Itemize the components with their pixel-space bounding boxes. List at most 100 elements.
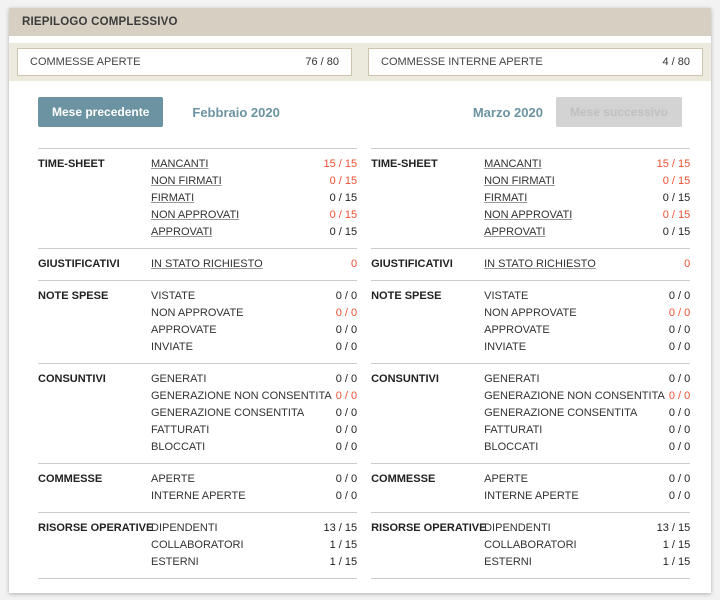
- section-commesse: COMMESSE APERTE 0 / 0 INTERNE APERTE 0 / 0: [371, 463, 691, 512]
- row-value: 0 / 0: [335, 473, 358, 485]
- table-row: NON APPROVATI 0 / 15: [484, 207, 690, 224]
- row-link[interactable]: NON APPROVATI: [484, 207, 572, 224]
- row-value: 0 / 0: [335, 490, 358, 502]
- row-value: 0 / 0: [668, 441, 691, 453]
- next-month-button: Mese successivo: [555, 97, 682, 127]
- row-label: APPROVATE: [484, 324, 550, 336]
- row-label: GENERAZIONE NON CONSENTITA: [151, 390, 332, 402]
- summary-box-label: COMMESSE APERTE: [30, 56, 141, 68]
- row-value: 0 / 0: [335, 441, 358, 453]
- row-label: VISTATE: [151, 290, 196, 302]
- row-link[interactable]: APPROVATI: [151, 224, 212, 241]
- row-value: 0 / 0: [668, 324, 691, 336]
- row-link[interactable]: NON FIRMATI: [484, 173, 555, 190]
- table-row: VISTATE 0 / 0: [484, 288, 690, 305]
- row-link[interactable]: FIRMATI: [151, 190, 194, 207]
- table-row: BLOCCATI 0 / 0: [151, 439, 357, 456]
- section-time-sheet: TIME-SHEET MANCANTI 15 / 15 NON FIRMATI 0 / …: [38, 148, 358, 248]
- row-value: 0 / 15: [662, 175, 691, 187]
- section-title: COMMESSE: [371, 473, 436, 485]
- row-value: 0 / 0: [668, 424, 691, 436]
- row-label: COLLABORATORI: [484, 539, 577, 551]
- summary-strip: COMMESSE APERTE 76 / 80 COMMESSE INTERNE…: [9, 43, 711, 81]
- row-label: INTERNE APERTE: [484, 490, 579, 502]
- section-risorse-operative: RISORSE OPERATIVE DIPENDENTI 13 / 15 COLLAB…: [371, 512, 691, 579]
- row-value: 0 / 15: [662, 226, 691, 238]
- row-label: INVIATE: [151, 341, 193, 353]
- panel-title: RIEPILOGO COMPLESSIVO: [9, 8, 711, 36]
- row-label: VISTATE: [484, 290, 529, 302]
- table-row: GENERAZIONE NON CONSENTITA 0 / 0: [151, 388, 357, 405]
- row-label: COLLABORATORI: [151, 539, 244, 551]
- nav-right-group: Marzo 2020 Mese successivo: [473, 97, 682, 127]
- row-value: 0 / 0: [668, 341, 691, 353]
- table-row: NON APPROVATE 0 / 0: [484, 305, 690, 322]
- table-row: APPROVATI 0 / 15: [151, 224, 357, 241]
- row-value: 0 / 0: [335, 373, 358, 385]
- section-title: GIUSTIFICATIVI: [371, 258, 453, 270]
- row-link[interactable]: MANCANTI: [151, 156, 208, 173]
- row-link[interactable]: FIRMATI: [484, 190, 527, 207]
- table-row: GENERATI 0 / 0: [484, 371, 690, 388]
- previous-month-button[interactable]: Mese precedente: [38, 97, 164, 127]
- row-label: FATTURATI: [151, 424, 210, 436]
- section-title: RISORSE OPERATIVE: [38, 522, 154, 534]
- table-row: VISTATE 0 / 0: [151, 288, 357, 305]
- row-link[interactable]: IN STATO RICHIESTO: [151, 256, 263, 273]
- row-value: 0 / 0: [668, 307, 691, 319]
- table-row: FIRMATI 0 / 15: [151, 190, 357, 207]
- table-row: FATTURATI 0 / 0: [151, 422, 357, 439]
- row-value: 0 / 15: [662, 209, 691, 221]
- row-value: 0 / 0: [668, 407, 691, 419]
- table-row: IN STATO RICHIESTO 0: [151, 256, 357, 273]
- row-label: ESTERNI: [484, 556, 532, 568]
- section-consuntivi: CONSUNTIVI GENERATI 0 / 0 GENERAZIONE NON C…: [38, 363, 358, 463]
- row-label: GENERATI: [484, 373, 540, 385]
- row-value: 0 / 15: [329, 192, 358, 204]
- table-row: DIPENDENTI 13 / 15: [151, 520, 357, 537]
- row-label: APPROVATE: [151, 324, 217, 336]
- row-label: GENERATI: [151, 373, 207, 385]
- row-value: 0 / 0: [335, 424, 358, 436]
- row-link[interactable]: NON APPROVATI: [151, 207, 239, 224]
- row-value: 0: [350, 258, 358, 270]
- row-value: 0 / 0: [668, 390, 691, 402]
- row-link[interactable]: IN STATO RICHIESTO: [484, 256, 596, 273]
- table-row: DIPENDENTI 13 / 15: [484, 520, 690, 537]
- table-row: ESTERNI 1 / 15: [484, 554, 690, 571]
- row-value: 0 / 0: [668, 373, 691, 385]
- row-value: 1 / 15: [329, 539, 358, 551]
- table-row: MANCANTI 15 / 15: [484, 156, 690, 173]
- section-commesse: COMMESSE APERTE 0 / 0 INTERNE APERTE 0 / 0: [38, 463, 358, 512]
- summary-box-value: 4 / 80: [662, 56, 690, 68]
- row-link[interactable]: NON FIRMATI: [151, 173, 222, 190]
- table-row: NON FIRMATI 0 / 15: [151, 173, 357, 190]
- month-columns: TIME-SHEET MANCANTI 15 / 15 NON FIRMATI 0 / …: [38, 148, 691, 579]
- table-row: ESTERNI 1 / 15: [151, 554, 357, 571]
- row-value: 0 / 0: [335, 390, 358, 402]
- summary-box-commesse-interne-aperte: COMMESSE INTERNE APERTE 4 / 80: [368, 48, 703, 76]
- table-row: GENERAZIONE CONSENTITA 0 / 0: [484, 405, 690, 422]
- row-link[interactable]: MANCANTI: [484, 156, 541, 173]
- table-row: COLLABORATORI 1 / 15: [484, 537, 690, 554]
- row-value: 0 / 15: [329, 175, 358, 187]
- section-title: CONSUNTIVI: [371, 373, 439, 385]
- row-value: 13 / 15: [323, 522, 358, 534]
- row-label: DIPENDENTI: [484, 522, 551, 534]
- nav-left-group: Mese precedente Febbraio 2020: [38, 97, 280, 127]
- row-label: APERTE: [151, 473, 195, 485]
- table-row: FATTURATI 0 / 0: [484, 422, 690, 439]
- row-value: 1 / 15: [662, 556, 691, 568]
- table-row: APERTE 0 / 0: [151, 471, 357, 488]
- row-label: DIPENDENTI: [151, 522, 218, 534]
- table-row: INVIATE 0 / 0: [484, 339, 690, 356]
- table-row: GENERAZIONE CONSENTITA 0 / 0: [151, 405, 357, 422]
- table-row: MANCANTI 15 / 15: [151, 156, 357, 173]
- row-label: INTERNE APERTE: [151, 490, 246, 502]
- month-column-right: TIME-SHEET MANCANTI 15 / 15 NON FIRMATI 0 / …: [371, 148, 691, 579]
- section-title: GIUSTIFICATIVI: [38, 258, 120, 270]
- row-value: 0: [684, 258, 691, 270]
- table-row: NON FIRMATI 0 / 15: [484, 173, 690, 190]
- row-link[interactable]: APPROVATI: [484, 224, 545, 241]
- section-title: COMMESSE: [38, 473, 103, 485]
